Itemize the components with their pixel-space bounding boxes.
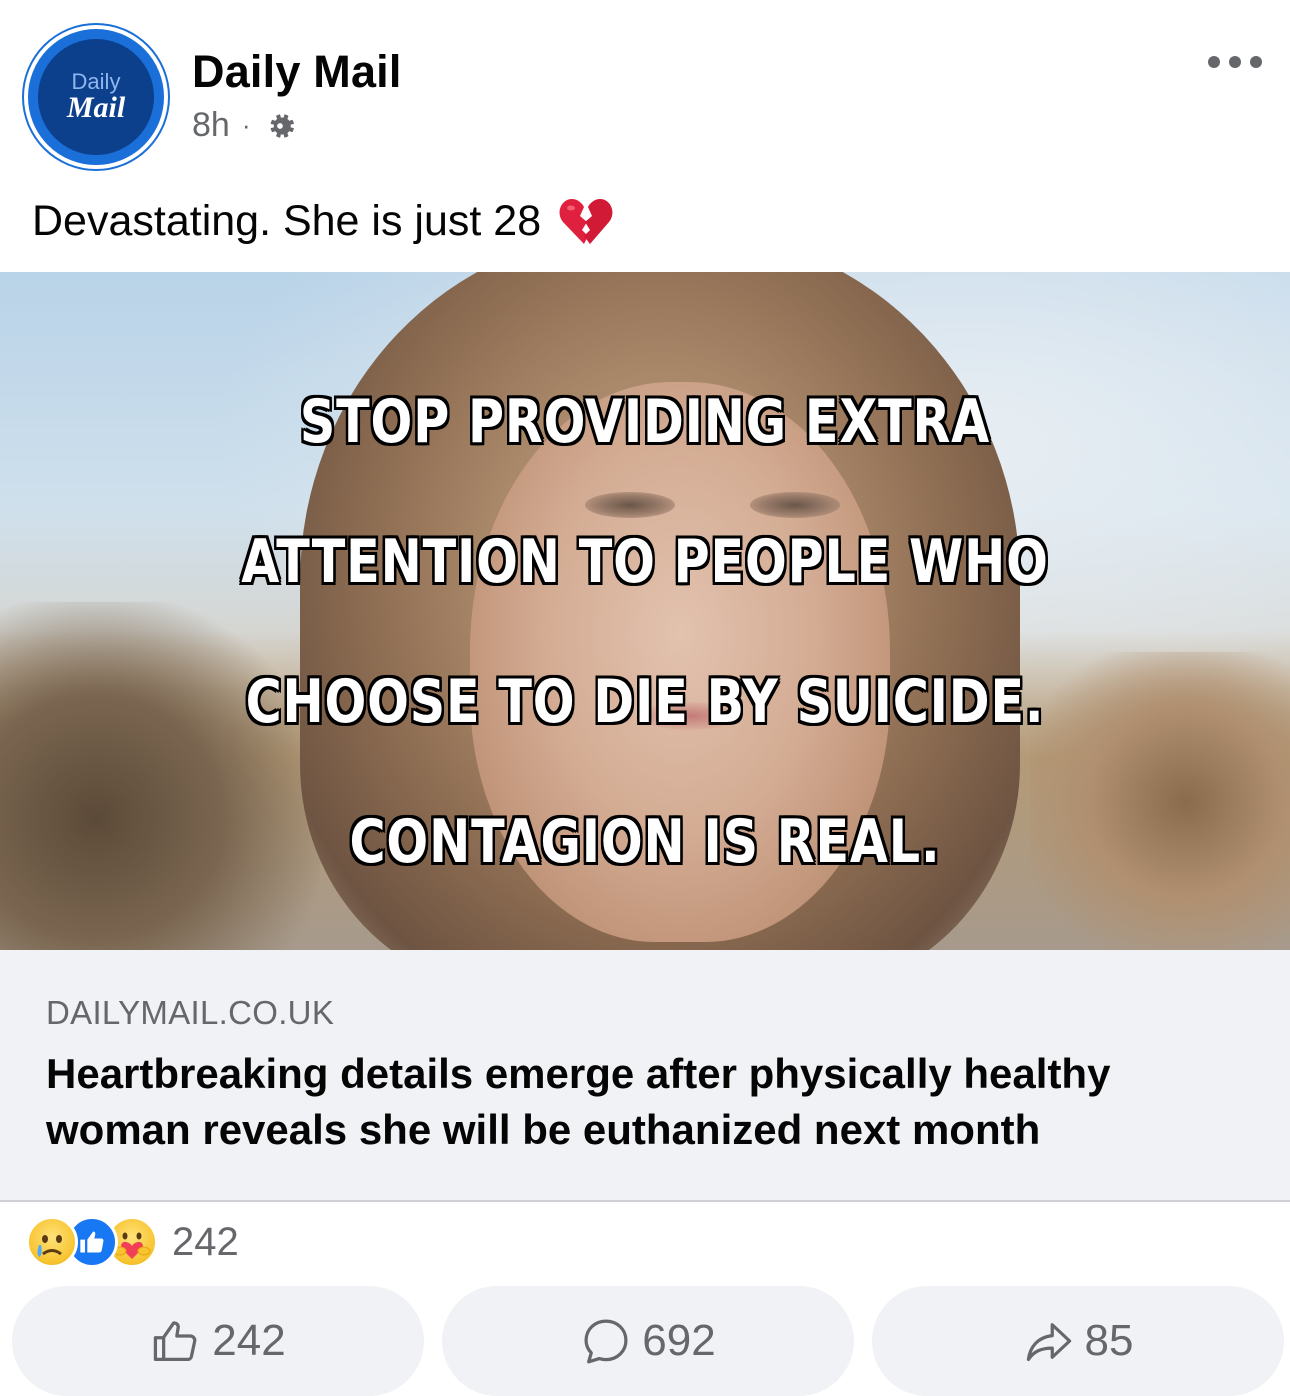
comment-button[interactable]: 692 (442, 1286, 854, 1396)
more-dot (1229, 56, 1241, 68)
like-count: 242 (212, 1316, 286, 1365)
logo-daily-text: Daily (71, 69, 121, 94)
daily-mail-logo: Daily Mail (38, 39, 154, 155)
overlay-line-4: CONTAGION IS REAL. (349, 807, 941, 877)
post-caption: Devastating. She is just 28 (32, 196, 613, 246)
overlay-line-2: ATTENTION TO PEOPLE WHO (241, 527, 1049, 597)
comment-count: 692 (642, 1316, 716, 1365)
logo-mail-text: Mail (66, 91, 126, 124)
gear-icon[interactable] (263, 109, 297, 143)
more-options-icon[interactable] (1208, 56, 1262, 68)
post-image[interactable]: STOP PROVIDING EXTRA ATTENTION TO PEOPLE… (0, 272, 1290, 950)
post-actions-bar: 242 692 85 (12, 1286, 1284, 1396)
thumbs-up-icon (154, 1321, 197, 1362)
share-icon (1026, 1323, 1071, 1362)
overlay-line-3: CHOOSE TO DIE BY SUICIDE. (245, 667, 1045, 737)
post-meta: 8h · (192, 106, 297, 145)
more-dot (1208, 56, 1220, 68)
caption-text: Devastating. She is just 28 (32, 196, 542, 245)
overlay-line-1: STOP PROVIDING EXTRA (299, 387, 991, 457)
reactions-summary[interactable]: 242 (26, 1214, 239, 1270)
link-domain: DAILYMAIL.CO.UK (46, 994, 335, 1031)
page-name-link[interactable]: Daily Mail (192, 46, 402, 98)
share-button[interactable]: 85 (872, 1286, 1284, 1396)
meta-separator: · (241, 110, 251, 140)
page-avatar[interactable]: Daily Mail (24, 25, 168, 169)
like-button[interactable]: 242 (12, 1286, 424, 1396)
sad-reaction-icon (26, 1216, 78, 1268)
link-title: Heartbreaking details emerge after physi… (46, 1050, 1111, 1153)
comment-icon (584, 1319, 628, 1364)
post-header: Daily Mail Daily Mail 8h · (0, 0, 1290, 180)
image-overlay-text: STOP PROVIDING EXTRA ATTENTION TO PEOPLE… (116, 352, 1174, 912)
reaction-count: 242 (172, 1219, 239, 1264)
post-timestamp[interactable]: 8h (192, 106, 230, 145)
link-preview-card[interactable]: DAILYMAIL.CO.UK Heartbreaking details em… (0, 950, 1290, 1202)
more-dot (1250, 56, 1262, 68)
broken-heart-icon (559, 198, 613, 244)
share-count: 85 (1084, 1316, 1134, 1365)
